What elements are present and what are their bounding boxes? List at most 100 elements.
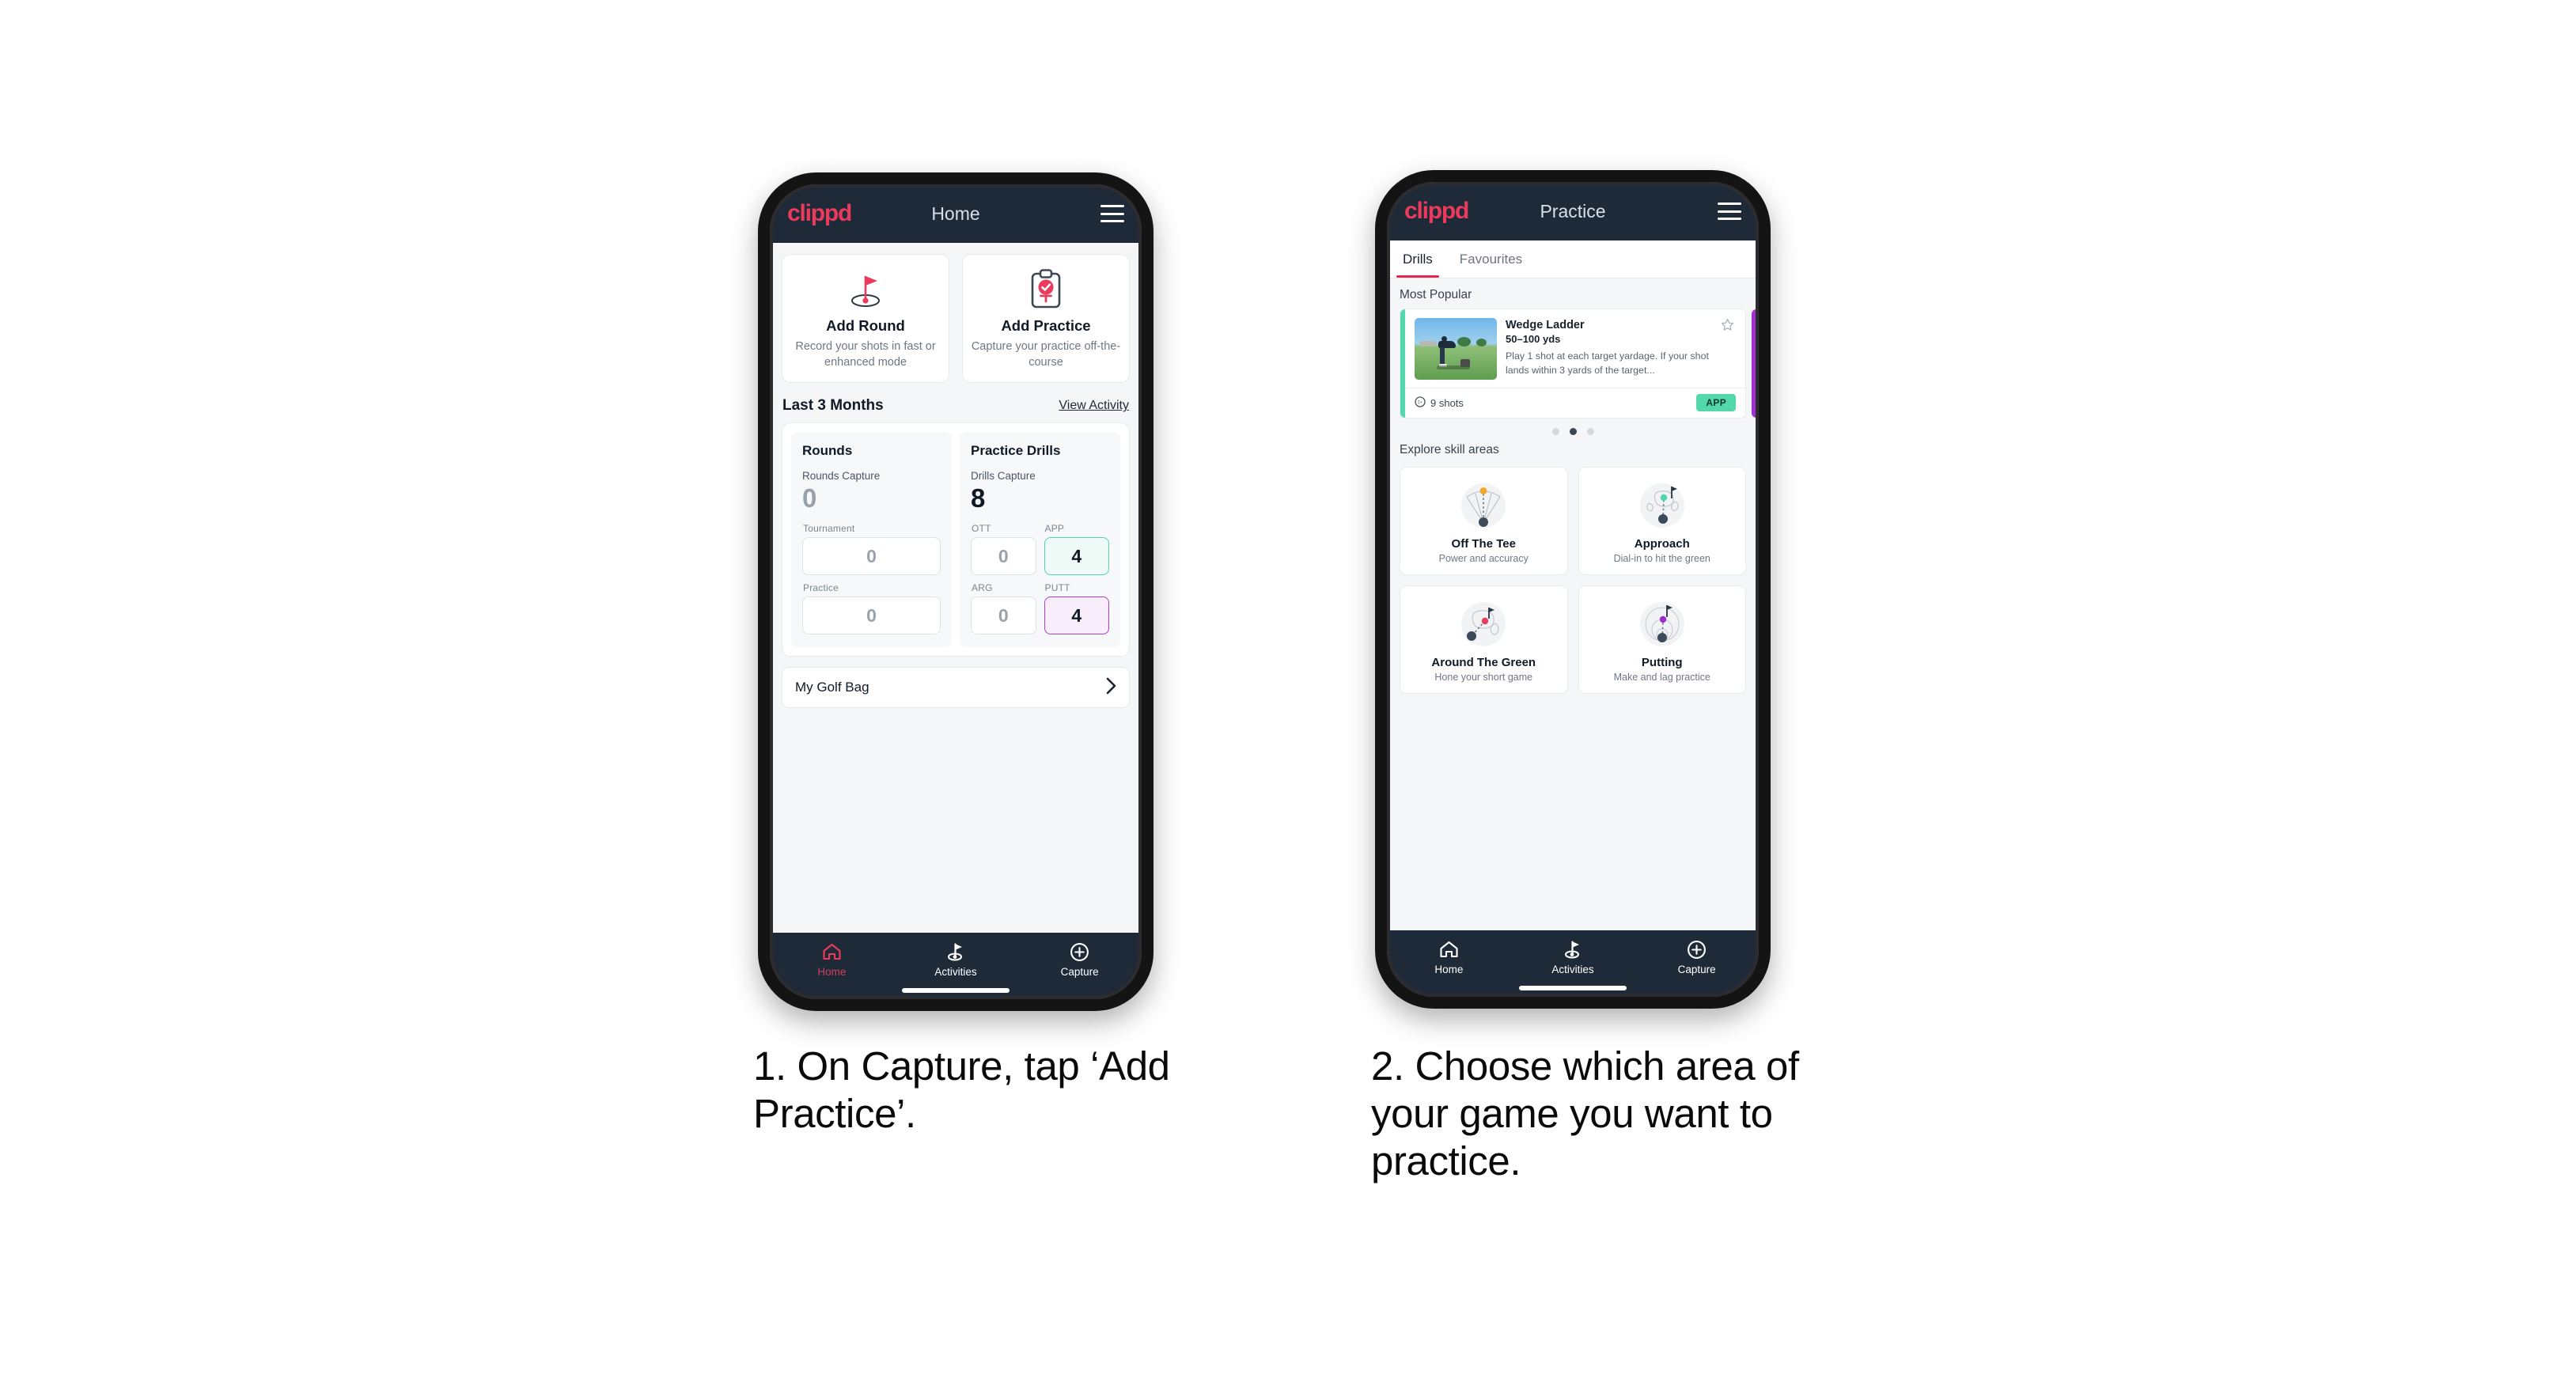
caption-step-2: 2. Choose which area of your game you wa… bbox=[1371, 1043, 1799, 1184]
view-activity-link[interactable]: View Activity bbox=[1059, 399, 1129, 413]
app-label: APP bbox=[1044, 523, 1065, 535]
drill-card-wedge-ladder[interactable]: Wedge Ladder 50–100 yds Play 1 shot at e… bbox=[1400, 309, 1746, 418]
phone-mockup-practice: clippd Practice Drills Favourites Most P… bbox=[1375, 170, 1771, 1009]
nav-item-activities[interactable]: Activities bbox=[894, 941, 1018, 978]
drill-shots: 9 shots bbox=[1415, 396, 1464, 410]
hamburger-icon[interactable] bbox=[1100, 205, 1124, 222]
my-golf-bag-row[interactable]: My Golf Bag bbox=[782, 667, 1130, 709]
tab-favourites[interactable]: Favourites bbox=[1457, 240, 1525, 278]
rounds-heading: Rounds bbox=[802, 443, 853, 459]
skill-card-putting[interactable]: Putting Make and lag practice bbox=[1578, 585, 1746, 694]
golf-flag-icon bbox=[894, 941, 1018, 962]
nav-item-capture[interactable]: Capture bbox=[1635, 939, 1759, 975]
plus-circle-icon bbox=[1635, 939, 1759, 960]
skill-title-approach: Approach bbox=[1634, 537, 1690, 551]
practice-value[interactable]: 0 bbox=[802, 596, 941, 635]
phone1-bottom-nav: Home Activities Capture bbox=[770, 933, 1142, 999]
putt-field: PUTT 4 bbox=[1044, 582, 1109, 635]
carousel-dot-1[interactable] bbox=[1551, 428, 1559, 435]
drills-row-2: ARG 0 PUTT 4 bbox=[971, 582, 1109, 635]
golf-ball-icon bbox=[1415, 396, 1426, 410]
most-popular-label: Most Popular bbox=[1400, 288, 1472, 301]
putt-label: PUTT bbox=[1044, 582, 1070, 594]
chip-green-icon bbox=[1407, 596, 1561, 653]
practice-drills-column: Practice Drills Drills Capture 8 OTT 0 A… bbox=[960, 432, 1120, 648]
rounds-capture-label: Rounds Capture bbox=[802, 470, 881, 483]
phone-notch bbox=[1510, 170, 1636, 179]
phone1-screen: clippd Home Add Round Record your shots … bbox=[770, 184, 1142, 999]
add-round-title: Add Round bbox=[826, 317, 905, 334]
skill-sub-putting: Make and lag practice bbox=[1613, 672, 1710, 683]
arg-value[interactable]: 0 bbox=[971, 596, 1036, 635]
skill-areas-grid: Off The Tee Power and accuracy Approach … bbox=[1387, 464, 1759, 694]
rounds-capture-value: 0 bbox=[802, 483, 817, 513]
ott-value[interactable]: 0 bbox=[971, 537, 1036, 576]
drill-description: Play 1 shot at each target yardage. If y… bbox=[1506, 350, 1709, 377]
phone2-content: Most Popular Wedge Ladder 50–100 yds Pla… bbox=[1387, 278, 1759, 930]
explore-skill-areas-label: Explore skill areas bbox=[1400, 443, 1499, 456]
tab-drills[interactable]: Drills bbox=[1396, 240, 1439, 278]
approach-green-icon bbox=[1585, 477, 1740, 534]
home-indicator bbox=[902, 988, 1010, 993]
rounds-column: Rounds Rounds Capture 0 Tournament 0 Pra… bbox=[791, 432, 952, 648]
app-value[interactable]: 4 bbox=[1044, 537, 1109, 576]
skill-sub-off-the-tee: Power and accuracy bbox=[1438, 553, 1529, 564]
practice-field: Practice 0 bbox=[802, 582, 941, 635]
carousel-dot-3[interactable] bbox=[1586, 428, 1594, 435]
stats-card: Rounds Rounds Capture 0 Tournament 0 Pra… bbox=[782, 422, 1130, 657]
putting-rings-icon bbox=[1585, 596, 1740, 653]
nav-item-home[interactable]: Home bbox=[1387, 939, 1511, 975]
star-outline-icon[interactable] bbox=[1721, 318, 1734, 334]
tournament-value[interactable]: 0 bbox=[802, 537, 941, 576]
arg-field: ARG 0 bbox=[971, 582, 1036, 635]
clipboard-check-tee-icon bbox=[971, 267, 1121, 312]
hamburger-icon[interactable] bbox=[1718, 203, 1741, 220]
phone1-content: Add Round Record your shots in fast or e… bbox=[770, 243, 1142, 933]
clippd-logo[interactable]: clippd bbox=[787, 202, 852, 225]
plus-circle-icon bbox=[1017, 941, 1142, 962]
skill-card-approach[interactable]: Approach Dial-in to hit the green bbox=[1578, 467, 1746, 575]
nav-label-capture: Capture bbox=[1060, 966, 1099, 978]
carousel-dot-2[interactable] bbox=[1569, 428, 1577, 435]
putt-value[interactable]: 4 bbox=[1044, 596, 1109, 635]
drill-accent-bar bbox=[1400, 309, 1405, 418]
golf-flag-icon bbox=[1511, 939, 1635, 960]
nav-label-activities: Activities bbox=[1551, 964, 1594, 975]
drills-heading: Practice Drills bbox=[971, 443, 1061, 459]
home-icon bbox=[1387, 939, 1511, 960]
carousel-dots[interactable] bbox=[1387, 418, 1759, 438]
skill-title-off-the-tee: Off The Tee bbox=[1451, 537, 1516, 551]
skill-card-off-the-tee[interactable]: Off The Tee Power and accuracy bbox=[1400, 467, 1568, 575]
add-round-card[interactable]: Add Round Record your shots in fast or e… bbox=[782, 254, 949, 384]
drills-capture-value: 8 bbox=[971, 483, 986, 513]
drill-yardage: 50–100 yds bbox=[1506, 333, 1561, 346]
ott-field: OTT 0 bbox=[971, 523, 1036, 576]
skill-sub-around-the-green: Hone your short game bbox=[1434, 672, 1533, 683]
add-practice-subtitle: Capture your practice off-the-course bbox=[971, 340, 1121, 369]
page-root: clippd Home Add Round Record your shots … bbox=[0, 0, 2576, 1386]
phone-notch bbox=[892, 172, 1019, 181]
drill-carousel[interactable]: Wedge Ladder 50–100 yds Play 1 shot at e… bbox=[1387, 309, 1759, 418]
add-practice-card[interactable]: Add Practice Capture your practice off-t… bbox=[962, 254, 1130, 384]
practice-tabs: Drills Favourites bbox=[1387, 240, 1759, 278]
drills-row-1: OTT 0 APP 4 bbox=[971, 523, 1109, 576]
nav-item-activities[interactable]: Activities bbox=[1511, 939, 1635, 975]
clippd-logo[interactable]: clippd bbox=[1404, 199, 1469, 223]
practice-label: Practice bbox=[803, 582, 839, 594]
skill-card-around-the-green[interactable]: Around The Green Hone your short game bbox=[1400, 585, 1568, 694]
quick-actions-row: Add Round Record your shots in fast or e… bbox=[770, 243, 1142, 384]
drill-thumbnail bbox=[1415, 318, 1497, 380]
nav-label-activities: Activities bbox=[934, 966, 977, 978]
caption-step-1: 1. On Capture, tap ‘Add Practice’. bbox=[753, 1043, 1170, 1137]
phone2-appbar: clippd Practice bbox=[1387, 182, 1759, 240]
phone2-bottom-nav: Home Activities Capture bbox=[1387, 930, 1759, 997]
drill-card-next-peek[interactable] bbox=[1751, 309, 1759, 418]
drill-card-bottom: 9 shots APP bbox=[1400, 388, 1745, 418]
tournament-field: Tournament 0 bbox=[802, 523, 941, 576]
nav-item-capture[interactable]: Capture bbox=[1017, 941, 1142, 978]
drill-card-top: Wedge Ladder 50–100 yds Play 1 shot at e… bbox=[1400, 309, 1745, 388]
nav-item-home[interactable]: Home bbox=[770, 941, 894, 978]
drill-title: Wedge Ladder bbox=[1506, 319, 1585, 331]
drill-info: Wedge Ladder 50–100 yds Play 1 shot at e… bbox=[1497, 318, 1736, 380]
skill-title-around-the-green: Around The Green bbox=[1431, 656, 1536, 669]
